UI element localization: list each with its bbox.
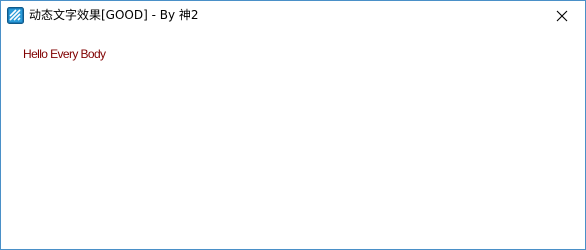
- client-area: Hello Every Body: [1, 32, 585, 249]
- window-title: 动态文字效果[GOOD] - By 神2: [29, 8, 199, 22]
- app-icon: [7, 7, 24, 24]
- app-window: 动态文字效果[GOOD] - By 神2 Hello Every Body: [0, 0, 586, 250]
- animated-text-label: Hello Every Body: [23, 47, 106, 61]
- close-button[interactable]: [539, 1, 585, 31]
- close-icon: [556, 10, 568, 22]
- title-bar[interactable]: 动态文字效果[GOOD] - By 神2: [1, 1, 585, 31]
